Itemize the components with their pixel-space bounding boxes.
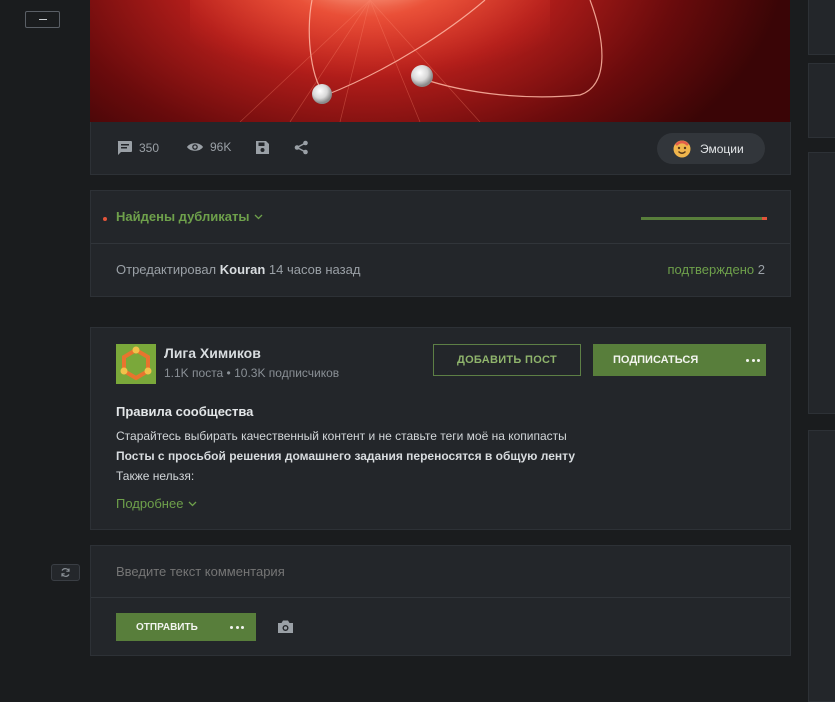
subscribe-more-icon[interactable] — [746, 358, 760, 362]
rule-line-3: Также нельзя: — [116, 469, 195, 483]
confirmed-info: подтверждено 2 — [667, 262, 765, 277]
duplicates-toggle[interactable]: Найдены дубликаты — [116, 209, 263, 224]
share-icon — [294, 140, 308, 155]
comment-icon — [117, 141, 132, 155]
sidebar-block-top — [808, 0, 835, 55]
edited-prefix: Отредактировал — [116, 262, 217, 277]
rule-line-2: Посты с просьбой решения домашнего задан… — [116, 449, 575, 463]
community-panel: Лига Химиков 1.1K поста • 10.3K подписчи… — [90, 327, 791, 530]
divider — [91, 597, 790, 598]
more-label: Подробнее — [116, 496, 184, 511]
views-count: 96K — [186, 140, 231, 154]
community-stats: 1.1K поста • 10.3K подписчиков — [164, 366, 340, 380]
rule-line-1: Старайтесь выбирать качественный контент… — [116, 429, 567, 443]
subscribe-label: ПОДПИСАТЬСЯ — [613, 354, 699, 366]
emotions-button[interactable]: Эмоции — [657, 133, 765, 164]
camera-icon — [278, 620, 293, 633]
duplicates-panel: Найдены дубликаты Отредактировал Kouran … — [90, 190, 791, 297]
refresh-button[interactable] — [51, 564, 80, 581]
chemistry-logo-icon — [116, 344, 156, 384]
collapse-button[interactable] — [25, 11, 60, 28]
eye-icon — [187, 143, 203, 151]
send-label: ОТПРАВИТЬ — [136, 621, 198, 633]
more-link[interactable]: Подробнее — [116, 496, 197, 511]
save-icon — [256, 141, 269, 154]
attach-photo-button[interactable] — [277, 619, 294, 639]
add-post-label: ДОБАВИТЬ ПОСТ — [456, 354, 558, 366]
emotion-face-icon — [673, 140, 691, 157]
community-name[interactable]: Лига Химиков — [164, 345, 261, 361]
community-avatar[interactable] — [116, 344, 156, 384]
confirmed-count: 2 — [757, 262, 765, 277]
refresh-icon — [61, 568, 70, 577]
confirmed-link[interactable]: подтверждено — [667, 262, 754, 277]
votes-progress-bar — [641, 217, 767, 220]
rules-title: Правила сообщества — [116, 404, 254, 419]
editor-link[interactable]: Kouran — [220, 262, 266, 277]
post-actions-bar: 350 96K Эмоции — [90, 122, 791, 175]
duplicates-title: Найдены дубликаты — [116, 209, 250, 224]
share-button[interactable] — [294, 140, 309, 155]
sidebar-block-2 — [808, 63, 835, 138]
atom-illustration — [190, 0, 603, 122]
comments-count-button[interactable]: 350 — [116, 140, 159, 156]
comment-form: ОТПРАВИТЬ — [90, 545, 791, 656]
edit-info: Отредактировал Kouran 14 часов назад — [116, 262, 360, 277]
send-button[interactable]: ОТПРАВИТЬ — [116, 613, 256, 641]
comment-input[interactable] — [92, 547, 782, 595]
views-count-value: 96K — [210, 140, 232, 154]
alert-dot — [103, 217, 107, 221]
emotions-label: Эмоции — [700, 141, 744, 156]
comments-count: 350 — [139, 141, 160, 155]
sidebar-block-3 — [808, 152, 835, 414]
save-button[interactable] — [255, 140, 270, 155]
sidebar-block-4 — [808, 430, 835, 702]
add-post-button[interactable]: ДОБАВИТЬ ПОСТ — [433, 344, 581, 376]
subscribe-button[interactable]: ПОДПИСАТЬСЯ — [593, 344, 766, 376]
chevron-down-icon — [255, 214, 263, 219]
edited-time: 14 часов назад — [268, 262, 361, 277]
divider — [91, 243, 790, 244]
minus-icon — [38, 18, 47, 21]
votes-progress-negative — [762, 217, 767, 220]
send-more-icon[interactable] — [230, 625, 244, 629]
post-image — [90, 0, 790, 122]
chevron-down-icon — [188, 501, 197, 506]
